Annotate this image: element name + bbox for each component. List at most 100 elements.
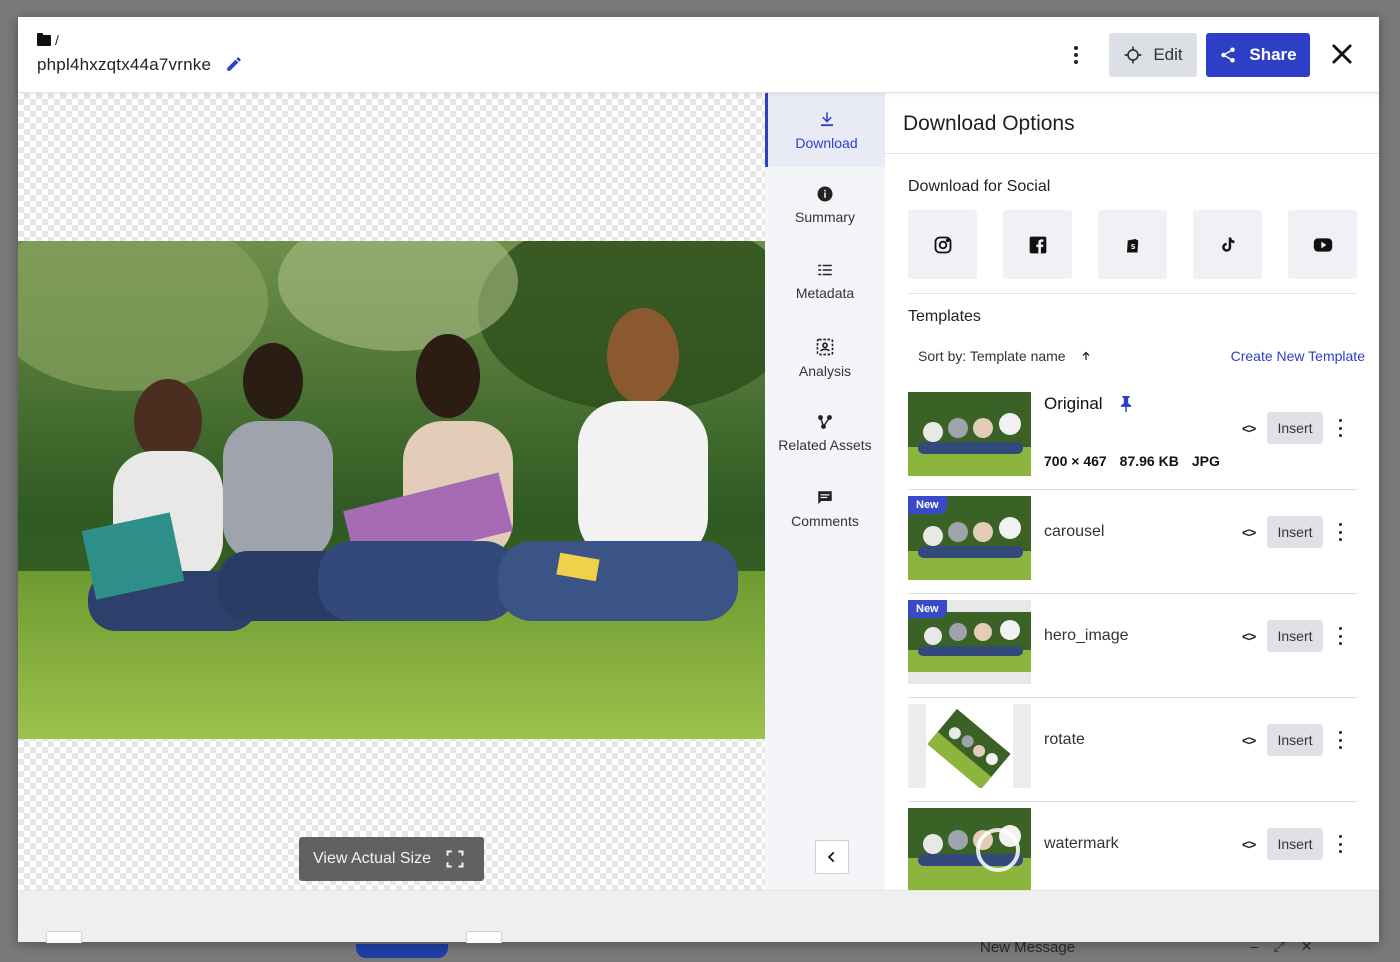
template-metadata: 700 × 467 87.96 KB JPG xyxy=(1044,453,1220,469)
template-thumbnail xyxy=(908,392,1031,476)
template-name: carousel xyxy=(1044,523,1105,540)
template-name: rotate xyxy=(1044,731,1085,748)
sort-label: Sort by: Template name xyxy=(918,348,1066,364)
template-filesize: 87.96 KB xyxy=(1119,453,1179,469)
template-row-hero-image[interactable]: New hero_image <> Insert xyxy=(908,594,1357,698)
template-thumbnail: New xyxy=(908,496,1031,580)
preview-photo xyxy=(18,241,765,739)
insert-button[interactable]: Insert xyxy=(1267,412,1323,444)
related-icon xyxy=(818,415,832,429)
footer-tab xyxy=(46,931,82,943)
insert-button[interactable]: Insert xyxy=(1267,828,1323,860)
tiktok-button[interactable] xyxy=(1193,210,1262,279)
divider xyxy=(908,293,1357,294)
tiktok-icon xyxy=(1221,237,1234,252)
row-more-icon[interactable] xyxy=(1337,523,1343,541)
tab-comments[interactable]: Comments xyxy=(765,473,885,547)
tab-analysis-label: Analysis xyxy=(798,363,852,379)
chevron-left-icon xyxy=(827,851,835,863)
share-button[interactable]: Share xyxy=(1206,33,1310,77)
pencil-icon[interactable] xyxy=(225,55,243,73)
share-label: Share xyxy=(1249,45,1297,64)
breadcrumb-separator: / xyxy=(55,32,59,48)
template-name: Original xyxy=(1044,394,1103,413)
insert-button[interactable]: Insert xyxy=(1267,724,1323,756)
template-format: JPG xyxy=(1191,453,1220,469)
view-actual-size-button[interactable]: View Actual Size xyxy=(299,837,484,881)
template-thumbnail xyxy=(908,808,1031,890)
tab-analysis[interactable]: Analysis xyxy=(765,321,885,395)
tab-metadata[interactable]: Metadata xyxy=(765,245,885,319)
insert-button[interactable]: Insert xyxy=(1267,620,1323,652)
create-new-template-link[interactable]: Create New Template xyxy=(1231,348,1365,364)
embed-code-icon[interactable]: <> xyxy=(1242,733,1256,748)
sort-control[interactable]: Sort by: Template name xyxy=(918,348,1092,364)
asset-modal: / phpl4hxzqtx44a7vrnke Edit Share View A… xyxy=(18,17,1379,943)
embed-code-icon[interactable]: <> xyxy=(1242,421,1256,436)
folder-icon[interactable] xyxy=(37,32,51,46)
youtube-button[interactable] xyxy=(1288,210,1357,279)
backdrop-button xyxy=(356,944,448,958)
share-icon xyxy=(1221,47,1236,63)
panel-title: Download Options xyxy=(903,112,1075,135)
comment-icon xyxy=(818,491,832,504)
social-section-title: Download for Social xyxy=(908,178,1051,195)
row-more-icon[interactable] xyxy=(1337,419,1343,437)
modal-header: / phpl4hxzqtx44a7vrnke Edit Share xyxy=(18,17,1379,93)
row-more-icon[interactable] xyxy=(1337,731,1343,749)
modal-footer xyxy=(18,890,1379,943)
embed-code-icon[interactable]: <> xyxy=(1242,525,1256,540)
tab-download[interactable]: Download xyxy=(765,93,885,167)
download-icon xyxy=(820,112,833,127)
edit-crop-icon xyxy=(1125,46,1142,64)
facebook-button[interactable] xyxy=(1003,210,1072,279)
arrow-up-icon[interactable] xyxy=(1080,350,1092,362)
template-thumbnail: New xyxy=(908,600,1031,684)
embed-code-icon[interactable]: <> xyxy=(1242,629,1256,644)
social-buttons: S xyxy=(908,210,1357,279)
instagram-icon xyxy=(934,236,951,253)
template-row-carousel[interactable]: New carousel <> Insert xyxy=(908,490,1357,594)
embed-code-icon[interactable]: <> xyxy=(1242,837,1256,852)
youtube-icon xyxy=(1313,237,1332,252)
footer-tab xyxy=(466,931,502,943)
close-icon[interactable] xyxy=(1328,40,1356,68)
tab-comments-label: Comments xyxy=(791,513,859,529)
asset-title: phpl4hxzqtx44a7vrnke xyxy=(37,55,212,74)
list-icon xyxy=(818,264,832,276)
tab-metadata-label: Metadata xyxy=(795,285,855,301)
row-more-icon[interactable] xyxy=(1337,835,1343,853)
download-options-panel: Download Options Download for Social S T… xyxy=(885,93,1379,890)
tab-summary-label: Summary xyxy=(795,209,855,225)
template-row-rotate[interactable]: rotate <> Insert xyxy=(908,698,1357,802)
tab-related-assets[interactable]: Related Assets xyxy=(765,397,885,471)
analysis-icon xyxy=(816,338,834,356)
instagram-button[interactable] xyxy=(908,210,977,279)
more-options-icon[interactable] xyxy=(1068,42,1084,68)
template-dimensions: 700 × 467 xyxy=(1044,453,1107,469)
shopify-button[interactable]: S xyxy=(1098,210,1167,279)
pin-icon[interactable] xyxy=(1120,396,1132,412)
row-more-icon[interactable] xyxy=(1337,627,1343,645)
template-name: hero_image xyxy=(1044,627,1129,644)
tab-related-label: Related Assets xyxy=(778,437,872,453)
insert-button[interactable]: Insert xyxy=(1267,516,1323,548)
breadcrumb[interactable]: / xyxy=(37,32,59,48)
edit-label: Edit xyxy=(1153,45,1183,64)
divider xyxy=(885,153,1379,154)
image-preview: View Actual Size xyxy=(18,93,765,890)
template-row-watermark[interactable]: watermark <> Insert xyxy=(908,802,1357,890)
new-badge: New xyxy=(908,496,947,514)
side-tab-rail: Download Summary Metadata Analysis Relat… xyxy=(765,93,885,890)
templates-title: Templates xyxy=(908,308,981,325)
info-icon xyxy=(817,186,833,202)
template-name: watermark xyxy=(1044,835,1119,852)
edit-button[interactable]: Edit xyxy=(1109,33,1197,77)
fullscreen-icon xyxy=(446,850,464,868)
template-thumbnail xyxy=(908,704,1031,788)
tab-summary[interactable]: Summary xyxy=(765,169,885,243)
view-actual-size-label: View Actual Size xyxy=(313,850,431,867)
template-row-original[interactable]: Original 700 × 467 87.96 KB JPG <> Inser… xyxy=(908,386,1357,490)
collapse-panel-button[interactable] xyxy=(815,840,849,874)
facebook-icon xyxy=(1029,236,1046,253)
